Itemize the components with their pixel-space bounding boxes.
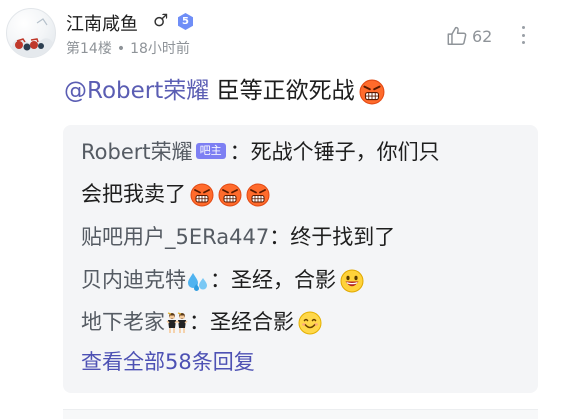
reply-author[interactable]: Robert荣耀 xyxy=(81,140,193,164)
reply-item[interactable]: 贝内迪克特 ：圣经，合影 xyxy=(81,265,364,295)
meta-separator: • xyxy=(116,41,126,57)
reply-text: 终于找到了 xyxy=(290,225,396,249)
smiling-emoji xyxy=(298,311,322,335)
level-badge-icon: 5 xyxy=(176,12,195,31)
reply-item[interactable]: 地下老家 ：圣经合影 xyxy=(81,307,322,337)
view-all-replies-link[interactable]: 查看全部58条回复 xyxy=(81,347,255,377)
reply-text: 圣经，合影 xyxy=(231,268,336,292)
reply-author[interactable]: 地下老家 xyxy=(81,310,165,334)
sweat-drops-emoji xyxy=(186,269,210,293)
avatar[interactable] xyxy=(6,8,56,58)
reply-author[interactable]: 贝内迪克特 xyxy=(81,268,186,292)
reply-text-continued: 会把我卖了 xyxy=(81,182,186,206)
reply-text: 死战个锤子，你们只 xyxy=(250,140,440,164)
reply-text: 圣经合影 xyxy=(210,310,294,334)
post-content: @Robert荣耀 臣等正欲死战 xyxy=(64,74,385,108)
level-badge-number: 5 xyxy=(182,16,189,27)
post-author-name[interactable]: 江南咸鱼 xyxy=(66,10,138,36)
like-button[interactable]: 62 xyxy=(446,24,492,48)
reply-item-continued[interactable]: 会把我卖了 xyxy=(81,179,270,209)
post-time: 18小时前 xyxy=(130,41,190,57)
thumbs-up-icon xyxy=(447,26,467,45)
reply-item[interactable]: Robert荣耀 吧主 ：死战个锤子，你们只 xyxy=(81,137,440,167)
more-vertical-icon[interactable] xyxy=(518,22,528,48)
angry-grin-emoji xyxy=(359,79,385,105)
floor-number: 第14楼 xyxy=(66,41,112,57)
angry-grin-emoji xyxy=(246,183,270,207)
like-count: 62 xyxy=(472,26,493,46)
reply-item[interactable]: 贴吧用户_5ERa447：终于找到了 xyxy=(81,222,395,252)
twin-dancers-emoji xyxy=(165,311,189,335)
post-text: 臣等正欲死战 xyxy=(216,78,355,104)
gender-male-icon: ♂ xyxy=(153,11,169,31)
reply-list: Robert荣耀 吧主 ：死战个锤子，你们只 会把我卖了 贴吧用户_5ERa447：… xyxy=(63,125,538,393)
grinning-emoji xyxy=(340,269,364,293)
angry-grin-emoji xyxy=(190,183,214,207)
reply-colon: ： xyxy=(210,268,231,292)
owner-badge: 吧主 xyxy=(195,143,226,159)
mention-link[interactable]: @Robert荣耀 xyxy=(64,78,209,104)
reply-colon: ： xyxy=(269,225,291,249)
reply-author[interactable]: 贴吧用户_5ERa447 xyxy=(81,225,269,249)
reply-colon: ： xyxy=(189,310,210,334)
reply-colon: ： xyxy=(229,140,251,164)
angry-grin-emoji xyxy=(218,183,242,207)
post-meta: 第14楼 • 18小时前 xyxy=(66,38,190,58)
